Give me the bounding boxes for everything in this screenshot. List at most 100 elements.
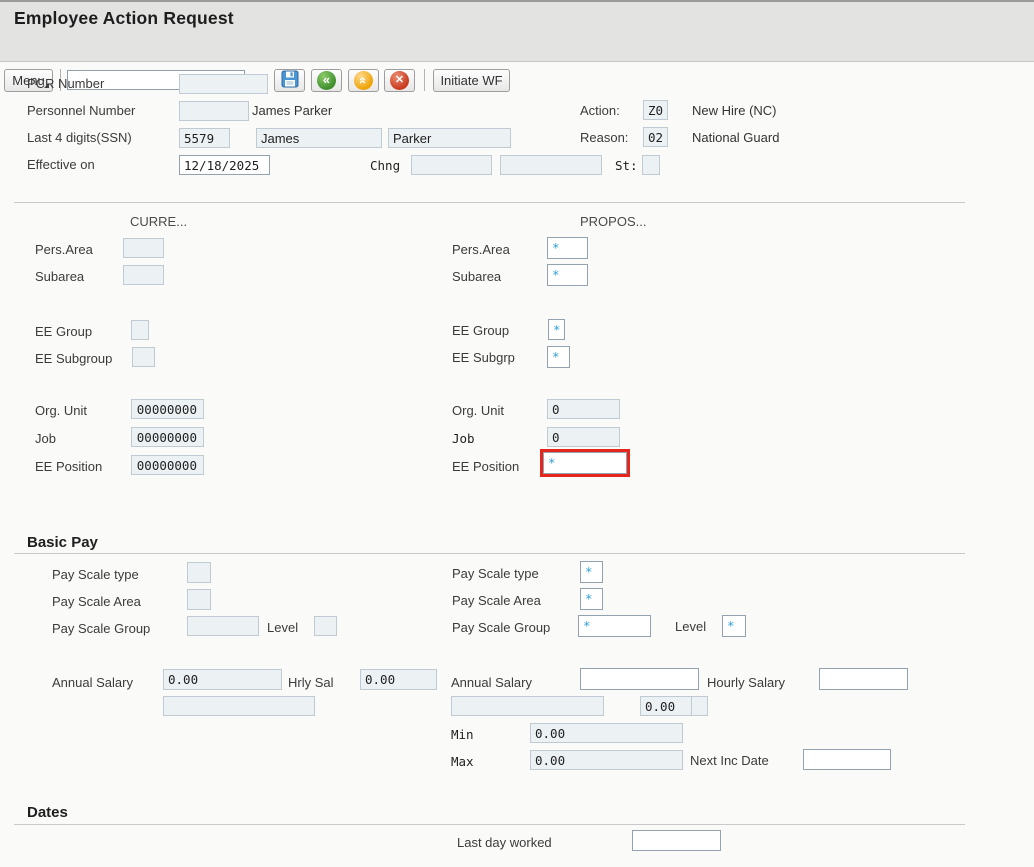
current-pay-scale-area-field[interactable] — [187, 589, 211, 610]
chng-field-2[interactable] — [500, 155, 602, 175]
current-pay-scale-group-field[interactable] — [187, 616, 259, 636]
effective-date-field[interactable]: 12/18/2025 — [179, 155, 270, 175]
action-code-field[interactable]: Z0 — [643, 100, 668, 120]
proposed-amount-field[interactable]: 0.00 — [640, 696, 692, 716]
current-pay-scale-group-label: Pay Scale Group — [52, 621, 150, 636]
current-annual-salary-field[interactable]: 0.00 — [163, 669, 282, 690]
initiate-wf-button-label: Initiate WF — [440, 73, 502, 88]
effective-on-label: Effective on — [27, 157, 95, 172]
current-subarea-field[interactable] — [123, 265, 164, 285]
proposed-column-header: PROPOS... — [580, 214, 646, 229]
last-day-worked-field[interactable] — [632, 830, 721, 851]
proposed-ee-group-field[interactable]: * — [548, 319, 565, 340]
action-label: Action: — [580, 103, 620, 118]
header-bar: Employee Action Request — [0, 0, 1034, 33]
current-hrly-sal-label: Hrly Sal — [288, 675, 334, 690]
proposed-subarea-label: Subarea — [452, 269, 501, 284]
back-button[interactable]: « — [311, 69, 342, 92]
current-job-field[interactable]: 00000000 — [131, 427, 204, 447]
save-icon — [281, 70, 299, 91]
current-level-field[interactable] — [314, 616, 337, 636]
current-org-unit-label: Org. Unit — [35, 403, 87, 418]
max-label: Max — [451, 754, 474, 769]
current-job-label: Job — [35, 431, 56, 446]
proposed-ee-group-label: EE Group — [452, 323, 509, 338]
section-divider — [14, 202, 965, 203]
current-ee-subgroup-label: EE Subgroup — [35, 351, 112, 366]
proposed-hourly-salary-label: Hourly Salary — [707, 675, 785, 690]
current-column-header: CURRE... — [130, 214, 187, 229]
proposed-job-label: Job — [452, 431, 475, 446]
max-field[interactable]: 0.00 — [530, 750, 683, 770]
current-org-unit-field[interactable]: 00000000 — [131, 399, 204, 419]
basic-pay-section-title: Basic Pay — [27, 534, 98, 551]
action-text: New Hire (NC) — [692, 103, 777, 118]
last-name-field[interactable]: Parker — [388, 128, 511, 148]
ssn-last4-field[interactable]: 5579 — [179, 128, 230, 148]
ee-position-highlight-box: * — [540, 449, 630, 477]
current-salary-extra-field[interactable] — [163, 696, 315, 716]
proposed-salary-extra-field[interactable] — [451, 696, 604, 716]
personnel-number-label: Personnel Number — [27, 103, 135, 118]
proposed-org-unit-field[interactable]: 0 — [547, 399, 620, 419]
chng-field-1[interactable] — [411, 155, 492, 175]
proposed-annual-salary-label: Annual Salary — [451, 675, 532, 690]
toolbar-separator — [424, 69, 425, 91]
reason-label: Reason: — [580, 130, 628, 145]
current-hrly-sal-field[interactable]: 0.00 — [360, 669, 437, 690]
next-inc-date-label: Next Inc Date — [690, 753, 769, 768]
proposed-ee-position-label: EE Position — [452, 459, 519, 474]
proposed-pay-scale-group-field[interactable]: * — [578, 615, 651, 637]
last-day-worked-label: Last day worked — [457, 835, 552, 850]
st-label: St: — [615, 158, 638, 173]
proposed-org-unit-label: Org. Unit — [452, 403, 504, 418]
proposed-pay-scale-area-field[interactable]: * — [580, 588, 603, 610]
proposed-ee-position-field[interactable]: * — [543, 452, 627, 474]
first-name-field[interactable]: James — [256, 128, 382, 148]
personnel-number-field[interactable] — [179, 101, 249, 121]
proposed-level-field[interactable]: * — [722, 615, 746, 637]
proposed-pay-scale-group-label: Pay Scale Group — [452, 620, 550, 635]
proposed-subarea-field[interactable]: * — [547, 264, 588, 286]
back-icon: « — [317, 71, 336, 90]
initiate-wf-button[interactable]: Initiate WF — [433, 69, 510, 92]
personnel-name-text: James Parker — [252, 103, 332, 118]
amount-unit-box[interactable] — [691, 696, 708, 716]
page-title: Employee Action Request — [14, 8, 234, 29]
current-ee-position-field[interactable]: 00000000 — [131, 455, 204, 475]
cancel-button[interactable]: ✕ — [384, 69, 415, 92]
proposed-level-label: Level — [675, 619, 706, 634]
proposed-pers-area-field[interactable]: * — [547, 237, 588, 259]
section-divider — [14, 824, 965, 825]
save-button[interactable] — [274, 69, 305, 92]
chng-label: Chng — [370, 158, 400, 173]
current-ee-subgroup-field[interactable] — [132, 347, 155, 367]
ssn-last4-label: Last 4 digits(SSN) — [27, 130, 132, 145]
proposed-pay-scale-type-label: Pay Scale type — [452, 566, 539, 581]
current-ee-group-label: EE Group — [35, 324, 92, 339]
current-ee-position-label: EE Position — [35, 459, 102, 474]
current-pers-area-field[interactable] — [123, 238, 164, 258]
proposed-pay-scale-type-field[interactable]: * — [580, 561, 603, 583]
employee-action-request-window: Employee Action Request Menu ◄ — [0, 0, 1034, 867]
cancel-icon: ✕ — [390, 71, 409, 90]
current-pay-scale-area-label: Pay Scale Area — [52, 594, 141, 609]
pcr-number-field[interactable] — [179, 74, 268, 94]
proposed-job-field[interactable]: 0 — [547, 427, 620, 447]
min-field[interactable]: 0.00 — [530, 723, 683, 743]
reason-code-field[interactable]: 02 — [643, 127, 668, 147]
exit-button[interactable]: « — [348, 69, 379, 92]
proposed-hourly-salary-field[interactable] — [819, 668, 908, 690]
next-inc-date-field[interactable] — [803, 749, 891, 770]
current-pay-scale-type-label: Pay Scale type — [52, 567, 139, 582]
current-level-label: Level — [267, 620, 298, 635]
proposed-pers-area-label: Pers.Area — [452, 242, 510, 257]
proposed-ee-subgroup-field[interactable]: * — [547, 346, 570, 368]
st-field[interactable] — [642, 155, 660, 175]
current-ee-group-field[interactable] — [131, 320, 149, 340]
current-pay-scale-type-field[interactable] — [187, 562, 211, 583]
proposed-pay-scale-area-label: Pay Scale Area — [452, 593, 541, 608]
current-pers-area-label: Pers.Area — [35, 242, 93, 257]
toolbar: Menu ◄ « « — [0, 33, 1034, 62]
proposed-annual-salary-field[interactable] — [580, 668, 699, 690]
